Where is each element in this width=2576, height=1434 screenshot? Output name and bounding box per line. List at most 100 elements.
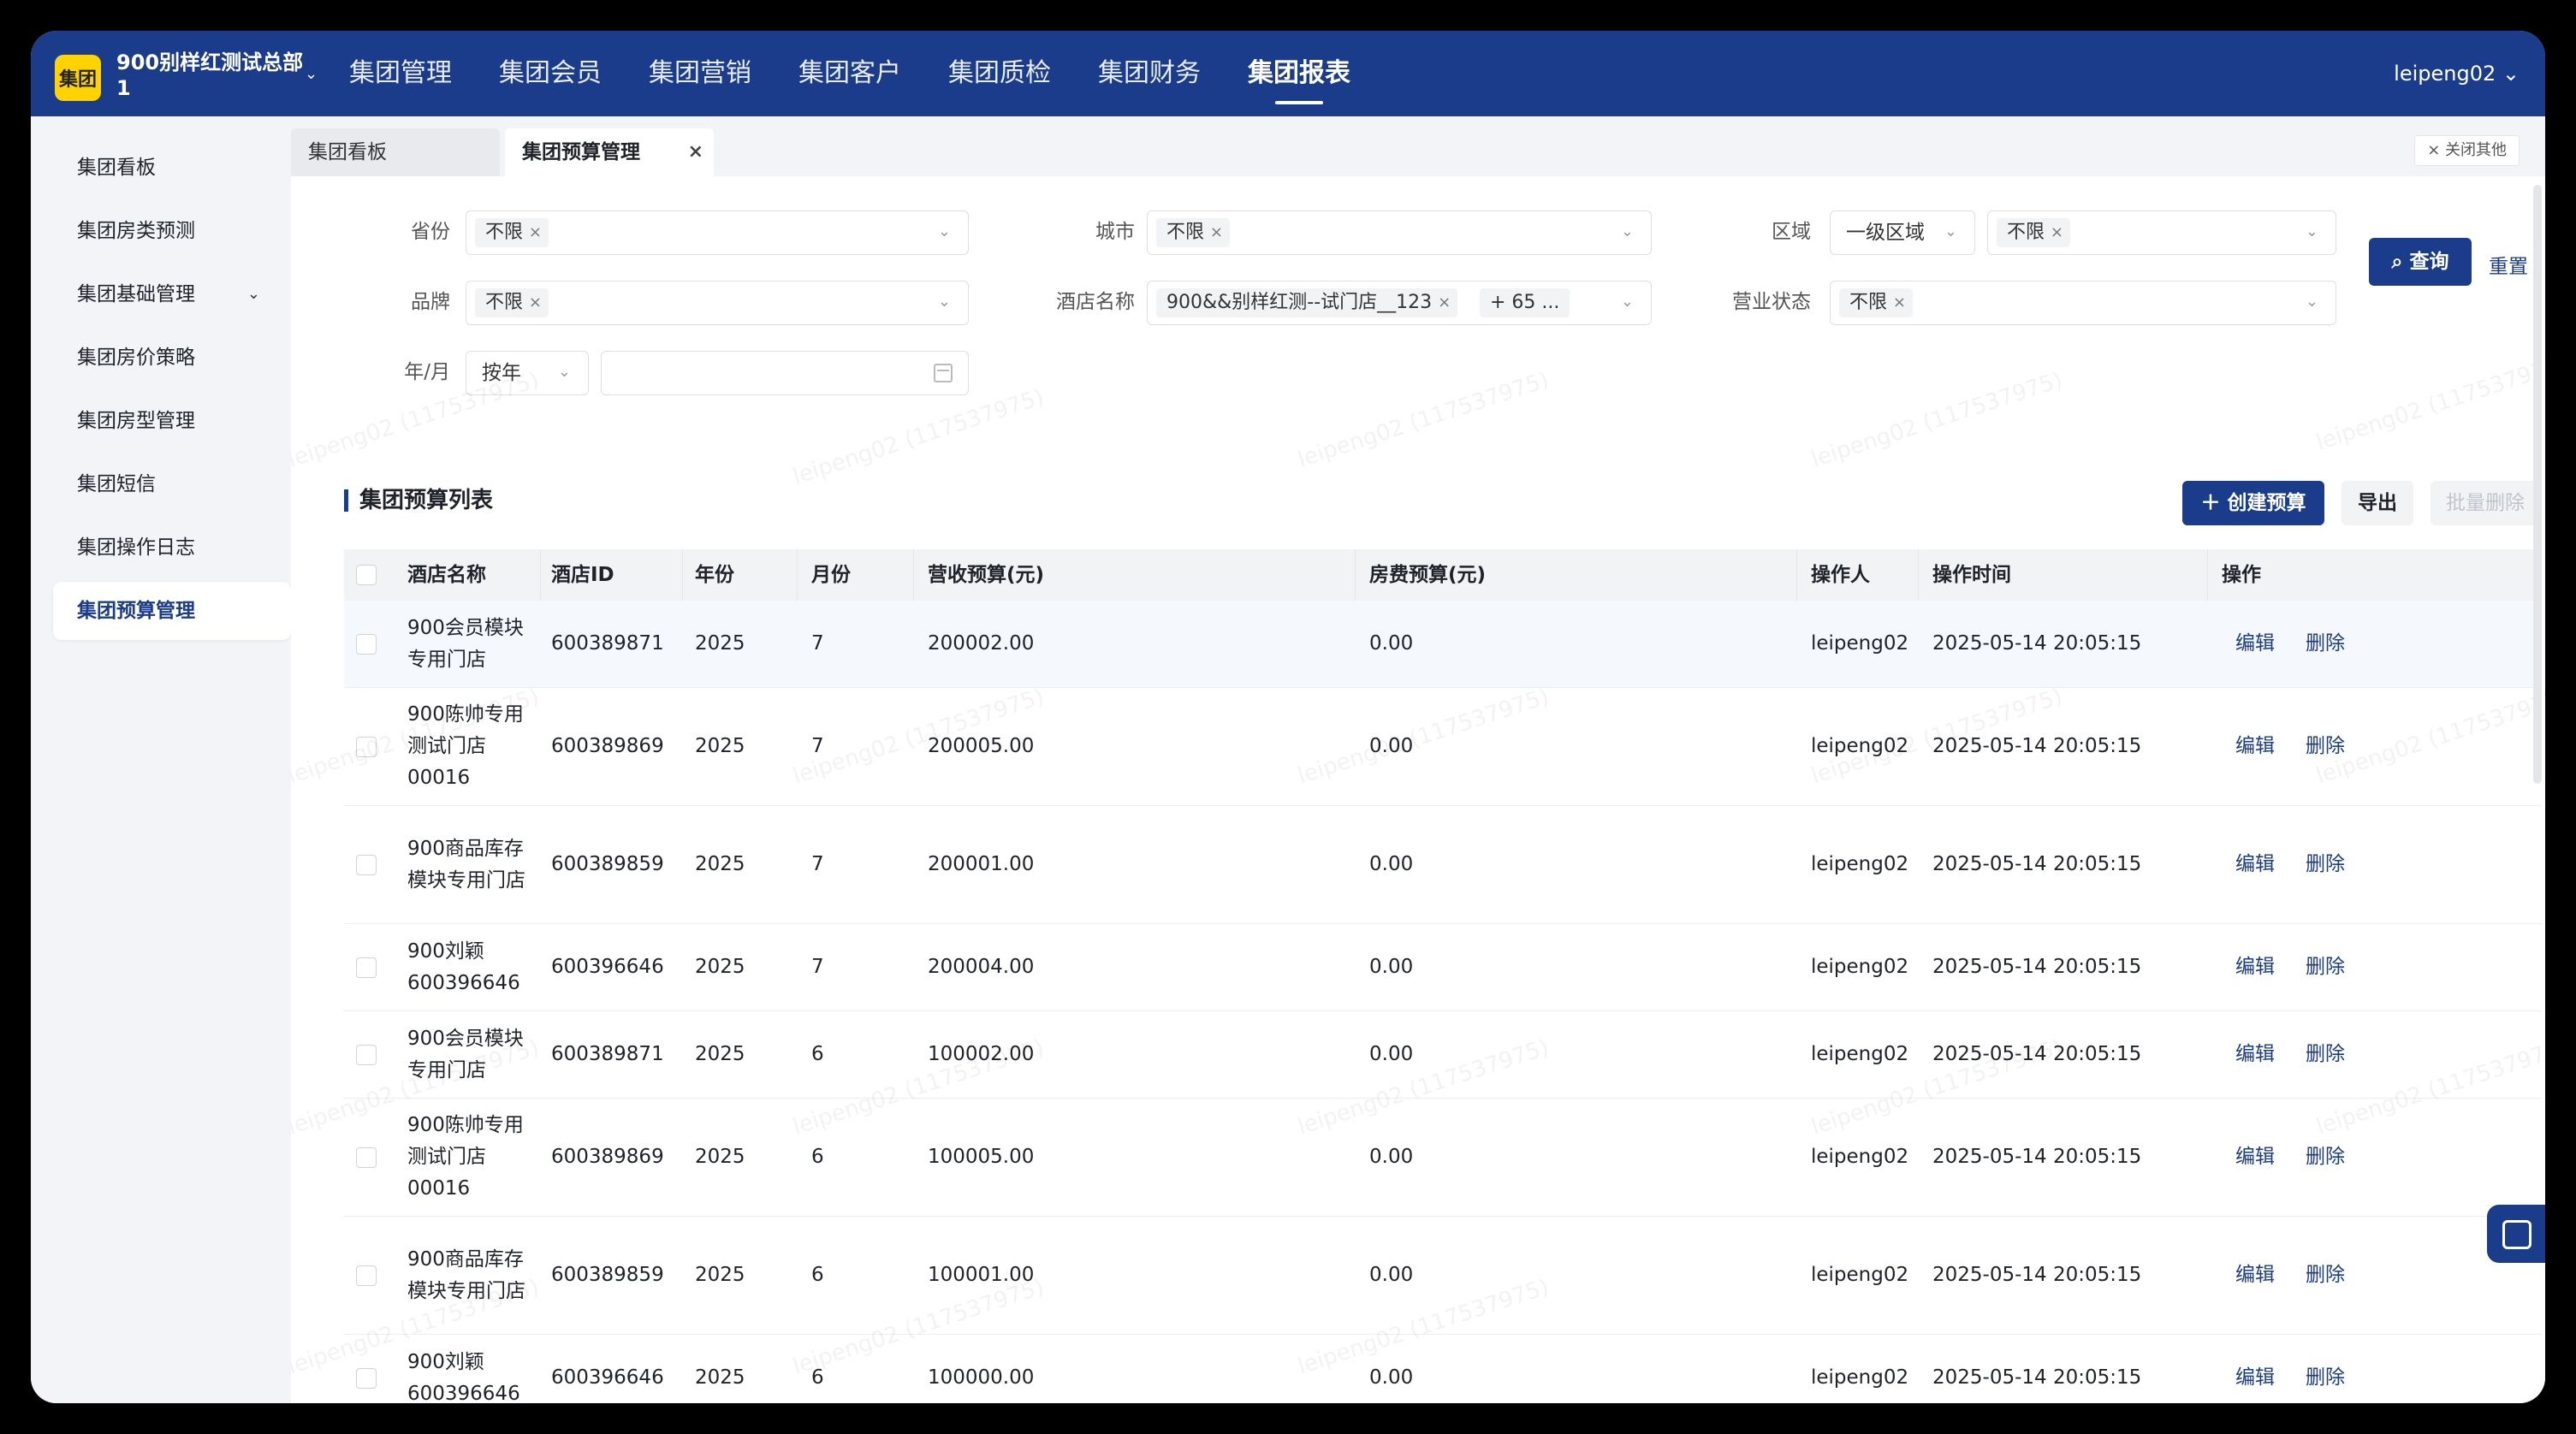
hotel-select[interactable]: 900&&别样红测--试门店__123 × + 65 ... ⌄	[1147, 281, 1652, 325]
help-chat-icon[interactable]	[2487, 1205, 2545, 1263]
nav-group-members[interactable]: 集团会员	[499, 31, 602, 116]
close-icon[interactable]: ×	[688, 128, 703, 176]
city-select[interactable]: 不限 × ⌄	[1147, 210, 1652, 255]
sidebar-item-dashboard[interactable]: 集团看板	[53, 139, 291, 197]
cell-time: 2025-05-14 20:05:15	[1932, 1264, 2142, 1286]
hotel-tag: 900&&别样红测--试门店__123 ×	[1156, 288, 1458, 317]
row-checkbox[interactable]	[356, 1147, 377, 1168]
cell-year: 2025	[695, 735, 745, 757]
cell-month: 6	[811, 1264, 824, 1286]
sidebar-item-sms[interactable]: 集团短信	[53, 455, 291, 513]
chevron-down-icon: ⌄	[1620, 222, 1634, 240]
cell-year: 2025	[695, 1366, 745, 1389]
cell-month: 7	[811, 632, 824, 655]
tab-budget[interactable]: 集团预算管理 ×	[505, 128, 714, 176]
delete-link[interactable]: 删除	[2306, 731, 2345, 762]
tag-text: 不限	[1849, 292, 1888, 313]
row-checkbox[interactable]	[356, 1045, 377, 1065]
edit-link[interactable]: 编辑	[2235, 1362, 2275, 1394]
delete-link[interactable]: 删除	[2306, 849, 2345, 880]
reset-button[interactable]: 重置	[2489, 250, 2528, 279]
user-menu[interactable]: leipeng02 ⌄	[2394, 31, 2520, 116]
select-all-checkbox[interactable]	[356, 565, 377, 585]
delete-link[interactable]: 删除	[2306, 1259, 2345, 1291]
row-checkbox[interactable]	[356, 1265, 377, 1286]
tab-dashboard[interactable]: 集团看板	[291, 128, 500, 176]
sidebar-item-basic-management[interactable]: 集团基础管理 ⌄	[53, 265, 291, 323]
row-checkbox[interactable]	[356, 957, 377, 978]
row-checkbox[interactable]	[356, 855, 377, 875]
cell-actions: 编辑 删除	[2208, 1099, 2542, 1216]
period-date-picker[interactable]	[601, 351, 969, 395]
nav-group-customers[interactable]: 集团客户	[798, 31, 901, 116]
cell-revenue: 200002.00	[928, 632, 1035, 655]
edit-link[interactable]: 编辑	[2235, 1141, 2275, 1173]
province-select[interactable]: 不限 × ⌄	[466, 210, 969, 255]
edit-link[interactable]: 编辑	[2235, 1039, 2275, 1070]
sidebar-item-operation-log[interactable]: 集团操作日志	[53, 518, 291, 577]
sidebar-item-room-type[interactable]: 集团房型管理	[53, 392, 291, 450]
delete-link[interactable]: 删除	[2306, 1039, 2345, 1070]
col-hotel-id: 酒店ID	[537, 549, 683, 601]
status-select[interactable]: 不限 × ⌄	[1830, 281, 2336, 325]
sidebar-item-room-forecast[interactable]: 集团房类预测	[53, 202, 291, 260]
delete-link[interactable]: 删除	[2306, 1362, 2345, 1394]
edit-link[interactable]: 编辑	[2235, 731, 2275, 762]
brand-label: 品牌	[411, 291, 450, 313]
nav-group-marketing[interactable]: 集团营销	[649, 31, 751, 116]
city-label: 城市	[1095, 221, 1135, 243]
chevron-down-icon[interactable]: ⌄	[305, 65, 318, 83]
delete-link[interactable]: 删除	[2306, 1141, 2345, 1173]
cell-room: 0.00	[1369, 853, 1414, 875]
region-select[interactable]: 不限 × ⌄	[1987, 210, 2336, 255]
close-icon[interactable]: ×	[2051, 218, 2063, 247]
row-checkbox[interactable]	[356, 1368, 377, 1389]
cell-name: 900会员模块专用门店	[407, 1027, 524, 1081]
scrollbar[interactable]	[2533, 185, 2542, 784]
nav-group-quality[interactable]: 集团质检	[948, 31, 1051, 116]
delete-link[interactable]: 删除	[2306, 628, 2345, 660]
org-switcher[interactable]: 900别样红测试总部1	[116, 50, 305, 101]
brand-select[interactable]: 不限 × ⌄	[466, 281, 969, 325]
sidebar-item-budget[interactable]: 集团预算管理	[53, 582, 291, 640]
edit-link[interactable]: 编辑	[2235, 951, 2275, 983]
status-label: 营业状态	[1732, 291, 1811, 313]
export-button[interactable]: 导出	[2342, 481, 2413, 525]
delete-link[interactable]: 删除	[2306, 951, 2345, 983]
row-checkbox[interactable]	[356, 634, 377, 655]
nav-group-management[interactable]: 集团管理	[349, 31, 452, 116]
cell-year: 2025	[695, 632, 745, 655]
table-row: 900商品库存模块专用门店 600389859 2025 6 100001.00 0.00…	[344, 1217, 2542, 1335]
close-icon[interactable]: ×	[1438, 288, 1451, 317]
sidebar-item-price-strategy[interactable]: 集团房价策略	[53, 329, 291, 387]
col-year: 年份	[681, 549, 798, 601]
nav-group-reports[interactable]: 集团报表	[1248, 31, 1350, 116]
batch-delete-button[interactable]: 批量删除	[2431, 481, 2540, 525]
region-level-select[interactable]: 一级区域 ⌄	[1830, 210, 1975, 255]
calendar-icon	[934, 364, 953, 382]
close-icon[interactable]: ×	[529, 288, 542, 317]
close-icon[interactable]: ×	[1893, 288, 1906, 317]
edit-link[interactable]: 编辑	[2235, 849, 2275, 880]
cell-name: 900刘颖600396646	[407, 939, 520, 994]
cell-name: 900陈帅专用测试门店00016	[407, 703, 524, 789]
tag-text: 不限	[485, 292, 524, 313]
cell-name: 900商品库存模块专用门店	[407, 837, 525, 892]
cell-room: 0.00	[1369, 1264, 1414, 1286]
period-mode-select[interactable]: 按年 ⌄	[466, 351, 589, 395]
table-row: 900会员模块专用门店 600389871 2025 7 200002.00 0.00 le…	[344, 601, 2542, 688]
close-others-button[interactable]: × 关闭其他	[2414, 135, 2520, 166]
edit-link[interactable]: 编辑	[2235, 1259, 2275, 1291]
cell-room: 0.00	[1369, 1366, 1414, 1389]
cell-name: 900商品库存模块专用门店	[407, 1247, 525, 1302]
create-budget-button[interactable]: ＋ 创建预算	[2182, 481, 2324, 525]
close-icon[interactable]: ×	[1210, 218, 1223, 247]
edit-link[interactable]: 编辑	[2235, 628, 2275, 660]
query-button[interactable]: ⌕ 查询	[2369, 238, 2472, 286]
watermark-text: leipeng02 (117537975)	[2312, 350, 2545, 456]
row-checkbox[interactable]	[356, 737, 377, 757]
cell-revenue: 200004.00	[928, 956, 1035, 978]
nav-group-finance[interactable]: 集团财务	[1098, 31, 1201, 116]
close-icon[interactable]: ×	[529, 218, 542, 247]
cell-time: 2025-05-14 20:05:15	[1932, 1043, 2142, 1065]
